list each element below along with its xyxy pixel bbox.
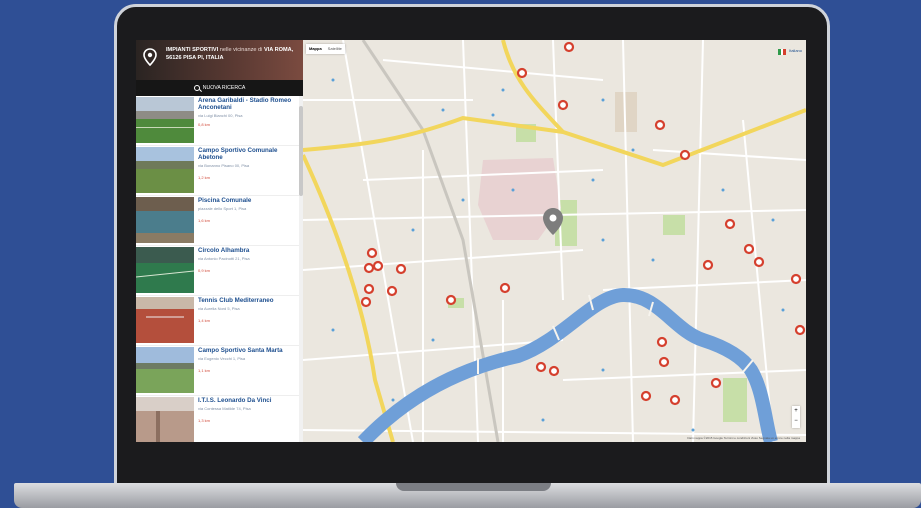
venue-photo	[136, 97, 194, 143]
sports-marker-icon[interactable]	[395, 263, 407, 275]
map-canvas[interactable]	[303, 40, 806, 442]
map-type-toggle: Mappa Satellite	[306, 44, 345, 54]
sports-marker-icon[interactable]	[557, 99, 569, 111]
sports-marker-icon[interactable]	[753, 256, 765, 268]
sports-marker-icon[interactable]	[366, 247, 378, 259]
map-type-satellite-button[interactable]: Satellite	[325, 44, 345, 54]
list-item[interactable]: Piscina Comunale piazzale dello Sport 1,…	[136, 196, 299, 246]
sidebar-header: IMPIANTI SPORTIVI nelle vicinanze di VIA…	[136, 40, 303, 96]
italian-flag-icon[interactable]	[778, 49, 787, 55]
map-view[interactable]: Mappa Satellite Italiano + − Dati mappa …	[303, 40, 806, 442]
item-address: via Eugenio Vecchi 1, Pisa	[198, 356, 246, 361]
language-link[interactable]: Italiano	[789, 48, 802, 53]
item-name: Circolo Alhambra	[198, 247, 250, 254]
zoom-in-button[interactable]: +	[792, 406, 800, 416]
venue-photo	[136, 197, 194, 243]
map-attribution: Dati mappa ©2015 Google Termini e condiz…	[687, 436, 800, 440]
results-list: Arena Garibaldi - Stadio Romeo Anconetan…	[136, 96, 299, 442]
sports-marker-icon[interactable]	[669, 394, 681, 406]
sports-marker-icon[interactable]	[658, 356, 670, 368]
sports-marker-icon[interactable]	[743, 243, 755, 255]
zoom-control: + −	[792, 406, 800, 428]
sports-marker-icon[interactable]	[445, 294, 457, 306]
sports-marker-icon[interactable]	[702, 259, 714, 271]
sports-marker-icon[interactable]	[386, 285, 398, 297]
sports-marker-icon[interactable]	[499, 282, 511, 294]
sports-marker-icon[interactable]	[548, 365, 560, 377]
zoom-out-button[interactable]: −	[792, 416, 800, 426]
item-distance: 0,9 km	[198, 268, 211, 273]
app-screen: IMPIANTI SPORTIVI nelle vicinanze di VIA…	[136, 40, 806, 442]
list-item[interactable]: Campo Sportivo Comunale Abetone via Bona…	[136, 146, 299, 196]
sidebar-title: IMPIANTI SPORTIVI nelle vicinanze di VIA…	[166, 46, 298, 62]
item-address: via Luigi Bianchi 00, Pisa	[198, 113, 243, 118]
list-item[interactable]: Tennis Club Mediterraneo via Aurelia Nor…	[136, 296, 299, 346]
item-address: via Aurelia Nord 5, Pisa	[198, 306, 240, 311]
list-item[interactable]: Arena Garibaldi - Stadio Romeo Anconetan…	[136, 96, 299, 146]
item-address: piazzale dello Sport 1, Pisa	[198, 206, 247, 211]
sports-marker-icon[interactable]	[710, 377, 722, 389]
item-distance: 1,2 km	[198, 175, 211, 180]
venue-photo	[136, 247, 194, 293]
list-item[interactable]: I.T.I.S. Leonardo Da Vinci via Contessa …	[136, 396, 299, 442]
sidebar: IMPIANTI SPORTIVI nelle vicinanze di VIA…	[136, 40, 303, 442]
sports-marker-icon[interactable]	[372, 260, 384, 272]
map-type-map-button[interactable]: Mappa	[306, 44, 325, 54]
item-address: via Contessa Matilde 74, Pisa	[198, 406, 251, 411]
sports-marker-icon[interactable]	[516, 67, 528, 79]
sports-marker-icon[interactable]	[679, 149, 691, 161]
laptop-notch	[396, 483, 551, 491]
sports-marker-icon[interactable]	[363, 283, 375, 295]
item-name: Piscina Comunale	[198, 197, 252, 204]
new-search-button[interactable]: NUOVA RICERCA	[136, 80, 303, 96]
item-name: Arena Garibaldi - Stadio Romeo Anconetan…	[198, 97, 292, 111]
list-item[interactable]: Campo Sportivo Santa Marta via Eugenio V…	[136, 346, 299, 396]
item-address: via Antonio Pacinotti 21, Pisa	[198, 256, 250, 261]
sports-marker-icon[interactable]	[794, 324, 806, 336]
venue-photo	[136, 147, 194, 193]
item-distance: 1,1 km	[198, 368, 211, 373]
new-search-label: NUOVA RICERCA	[202, 85, 246, 91]
item-name: I.T.I.S. Leonardo Da Vinci	[198, 397, 272, 404]
venue-photo	[136, 297, 194, 343]
item-distance: 1,3 km	[198, 418, 211, 423]
item-distance: 1,6 km	[198, 218, 211, 223]
item-address: via Bonanno Pisano 00, Pisa	[198, 163, 250, 168]
item-name: Tennis Club Mediterraneo	[198, 297, 274, 304]
title-bold: IMPIANTI SPORTIVI	[166, 47, 219, 53]
sports-marker-icon[interactable]	[724, 218, 736, 230]
item-name: Campo Sportivo Comunale Abetone	[198, 147, 278, 161]
sports-marker-icon[interactable]	[654, 119, 666, 131]
venue-photo	[136, 347, 194, 393]
sports-marker-icon[interactable]	[563, 41, 575, 53]
search-icon	[193, 85, 200, 91]
sports-marker-icon[interactable]	[656, 336, 668, 348]
sports-marker-icon[interactable]	[790, 273, 802, 285]
sports-marker-icon[interactable]	[360, 296, 372, 308]
list-item[interactable]: Circolo Alhambra via Antonio Pacinotti 2…	[136, 246, 299, 296]
item-distance: 0,8 km	[198, 122, 211, 127]
location-pin-icon	[143, 48, 157, 66]
sports-marker-icon[interactable]	[535, 361, 547, 373]
sports-marker-icon[interactable]	[363, 262, 375, 274]
item-name: Campo Sportivo Santa Marta	[198, 347, 283, 354]
title-light: nelle vicinanze di	[219, 47, 263, 53]
venue-photo	[136, 397, 194, 442]
item-distance: 1,4 km	[198, 318, 211, 323]
sports-marker-icon[interactable]	[640, 390, 652, 402]
